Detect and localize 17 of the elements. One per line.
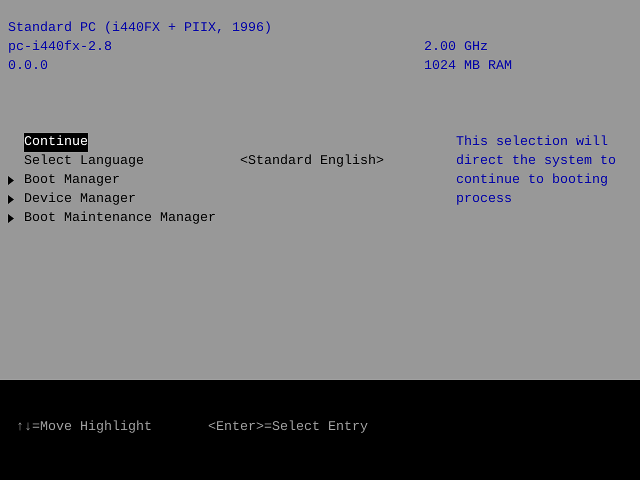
menu-item[interactable]: Boot Manager xyxy=(24,171,120,190)
menu-item[interactable]: Boot Maintenance Manager xyxy=(24,209,216,228)
help-text: This selection will direct the system to continue to booting process xyxy=(456,134,616,209)
key-hint: ↑↓=Move Highlight xyxy=(16,419,153,437)
system-info-text: pc-i440fx-2.8 xyxy=(8,39,112,57)
system-info-text: 1024 MB RAM xyxy=(424,58,512,76)
system-info-text: 2.00 GHz xyxy=(424,39,488,57)
system-info-text: 0.0.0 xyxy=(8,58,48,76)
submenu-arrow-icon xyxy=(8,195,14,204)
menu-item[interactable]: Device Manager xyxy=(24,190,136,209)
submenu-arrow-icon xyxy=(8,176,14,185)
menu-item[interactable]: Select Language xyxy=(24,152,144,171)
key-hint: <Enter>=Select Entry xyxy=(208,419,369,437)
system-info-text: Standard PC (i440FX + PIIX, 1996) xyxy=(8,20,272,38)
submenu-arrow-icon xyxy=(8,214,14,223)
menu-item[interactable]: Continue xyxy=(24,133,88,152)
language-value[interactable]: <Standard English> xyxy=(240,152,384,171)
